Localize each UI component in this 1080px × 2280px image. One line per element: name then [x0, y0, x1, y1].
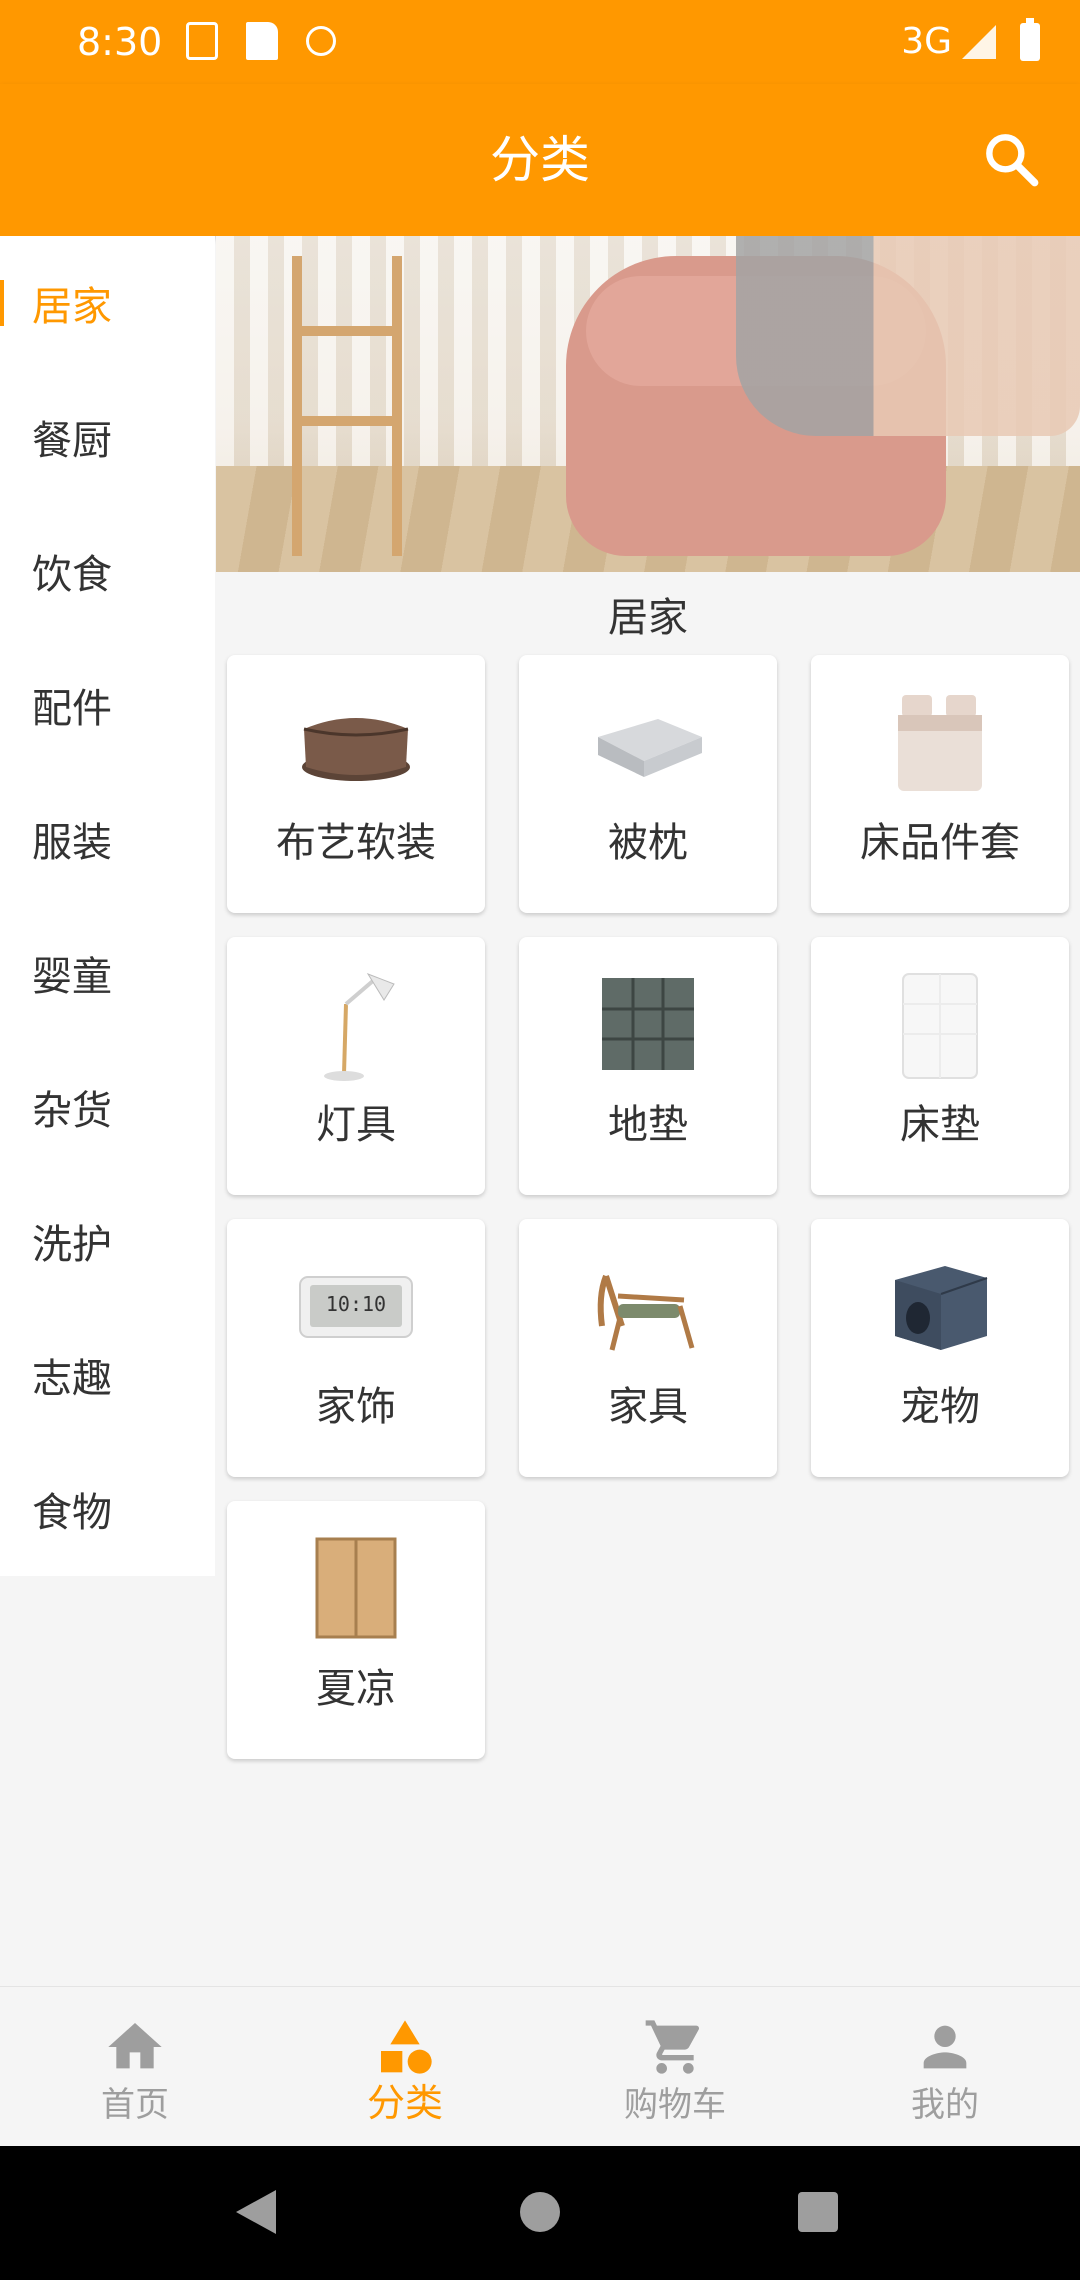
- bottom-navigation: 首页 分类 购物车 我的: [0, 1986, 1080, 2146]
- sidebar-item-8[interactable]: 志趣: [0, 1308, 215, 1442]
- category-card[interactable]: 家具: [519, 1219, 777, 1477]
- system-navigation-bar: [0, 2146, 1080, 2280]
- section-title: 居家: [608, 595, 688, 641]
- category-label: 被枕: [608, 820, 688, 866]
- sidebar-item-label: 志趣: [32, 1356, 112, 1402]
- banner-shelf: [292, 256, 402, 556]
- nav-tab-3[interactable]: 我的: [810, 1987, 1080, 2147]
- sidebar-item-2[interactable]: 饮食: [0, 504, 215, 638]
- bedding-set-icon: [875, 677, 1005, 807]
- sidebar-item-3[interactable]: 配件: [0, 638, 215, 772]
- sidebar-item-4[interactable]: 服装: [0, 772, 215, 906]
- signal-icon: [962, 25, 996, 59]
- page-title: 分类: [490, 131, 590, 189]
- sidebar-item-label: 杂货: [32, 1088, 112, 1134]
- category-card[interactable]: 夏凉: [227, 1501, 485, 1759]
- cart-icon: [643, 2015, 707, 2079]
- network-type: 3G: [901, 21, 952, 62]
- category-label: 家具: [608, 1384, 688, 1430]
- category-label: 地垫: [608, 1102, 688, 1148]
- sidebar-item-5[interactable]: 婴童: [0, 906, 215, 1040]
- nav-tab-label: 首页: [101, 2085, 169, 2125]
- banner-person: [736, 236, 1080, 436]
- search-button[interactable]: [980, 128, 1044, 192]
- status-system-icons: 3G: [901, 18, 1040, 64]
- category-label: 床垫: [900, 1102, 980, 1148]
- home-icon: [103, 2015, 167, 2079]
- home-circle-icon[interactable]: [520, 2192, 560, 2232]
- battery-icon: [1020, 18, 1040, 61]
- sd-card-icon: [246, 22, 278, 60]
- sidebar-item-label: 服装: [32, 820, 112, 866]
- category-grid: 布艺软装 被枕 床品件套灯具 地垫 床垫 10:10 家饰 家具 宠物夏凉: [227, 655, 1069, 1759]
- nav-tab-2[interactable]: 购物车: [540, 1987, 810, 2147]
- sidebar-item-label: 食物: [32, 1490, 112, 1536]
- category-label: 床品件套: [860, 820, 1020, 866]
- sidebar-item-0[interactable]: 居家: [0, 236, 215, 370]
- pet-cube-icon: [875, 1241, 1005, 1371]
- desk-lamp-icon: [291, 959, 421, 1089]
- text-notification-icon: [186, 22, 218, 60]
- floor-mat-icon: [583, 959, 713, 1089]
- app-bar: 分类: [0, 84, 1080, 236]
- category-card[interactable]: 床垫: [811, 937, 1069, 1195]
- status-bar: 8:30 3G: [0, 0, 1080, 84]
- bean-bag-icon: [291, 677, 421, 807]
- svg-text:10:10: 10:10: [326, 1292, 386, 1316]
- status-time: 8:30: [77, 20, 163, 64]
- category-card[interactable]: 10:10 家饰: [227, 1219, 485, 1477]
- sidebar-item-1[interactable]: 餐厨: [0, 370, 215, 504]
- quilt-icon: [583, 677, 713, 807]
- category-label: 灯具: [316, 1102, 396, 1148]
- sidebar-item-6[interactable]: 杂货: [0, 1040, 215, 1174]
- category-card[interactable]: 被枕: [519, 655, 777, 913]
- sync-icon: [306, 26, 336, 56]
- sidebar-item-7[interactable]: 洗护: [0, 1174, 215, 1308]
- category-card[interactable]: 灯具: [227, 937, 485, 1195]
- sidebar-item-label: 洗护: [32, 1222, 112, 1268]
- category-card[interactable]: 床品件套: [811, 655, 1069, 913]
- search-icon: [986, 134, 1039, 187]
- category-card[interactable]: 布艺软装: [227, 655, 485, 913]
- sidebar-item-label: 餐厨: [32, 418, 112, 464]
- status-notification-icons: [186, 22, 336, 60]
- recents-icon[interactable]: [798, 2192, 838, 2232]
- category-card[interactable]: 地垫: [519, 937, 777, 1195]
- digital-clock-icon: 10:10: [291, 1241, 421, 1371]
- sidebar-item-label: 饮食: [32, 552, 112, 598]
- nav-tab-label: 购物车: [624, 2085, 726, 2125]
- category-icon: [373, 2015, 437, 2079]
- person-icon: [913, 2015, 977, 2079]
- category-banner[interactable]: [216, 236, 1080, 572]
- sidebar-item-label: 配件: [32, 686, 112, 732]
- sidebar-item-label: 婴童: [32, 954, 112, 1000]
- nav-tab-0[interactable]: 首页: [0, 1987, 270, 2147]
- category-label: 家饰: [316, 1384, 396, 1430]
- mattress-icon: [875, 959, 1005, 1089]
- category-card[interactable]: 宠物: [811, 1219, 1069, 1477]
- sidebar-item-9[interactable]: 食物: [0, 1442, 215, 1576]
- lounge-chair-icon: [583, 1241, 713, 1371]
- category-label: 宠物: [900, 1384, 980, 1430]
- nav-tab-label: 分类: [366, 2081, 443, 2125]
- nav-tab-label: 我的: [911, 2085, 979, 2125]
- category-sidebar: 居家餐厨饮食配件服装婴童杂货洗护志趣食物: [0, 236, 215, 1576]
- back-icon[interactable]: [236, 2190, 276, 2234]
- sidebar-item-label: 居家: [32, 284, 112, 330]
- category-label: 布艺软装: [276, 820, 436, 866]
- bamboo-mat-icon: [291, 1523, 421, 1653]
- nav-tab-1[interactable]: 分类: [270, 1987, 540, 2147]
- category-label: 夏凉: [316, 1666, 396, 1712]
